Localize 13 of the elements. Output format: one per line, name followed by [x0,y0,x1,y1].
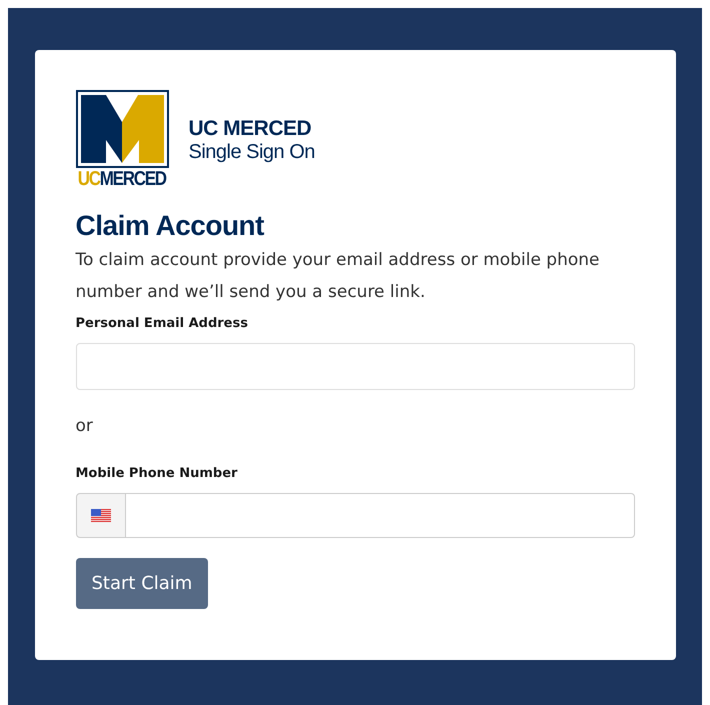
email-input-field[interactable] [76,343,634,390]
flag-icon [90,509,110,522]
separator-text: or [76,416,94,436]
phone-input-field[interactable] [126,493,634,538]
intro-text: To claim account provide your email address or mobile phone number and we’ll send you a secure link. [76,249,601,304]
m-logo-icon [76,90,168,168]
brand-subtitle: Single Sign On [188,140,315,164]
country-selector[interactable] [76,493,126,538]
phone-label: Mobile Phone Number [76,466,238,481]
brand-name: UC MERCED [188,116,312,140]
page-heading: Claim Account [76,210,266,242]
email-label: Personal Email Address [76,316,249,331]
logo-wordmark: UCMERCED [78,168,166,190]
